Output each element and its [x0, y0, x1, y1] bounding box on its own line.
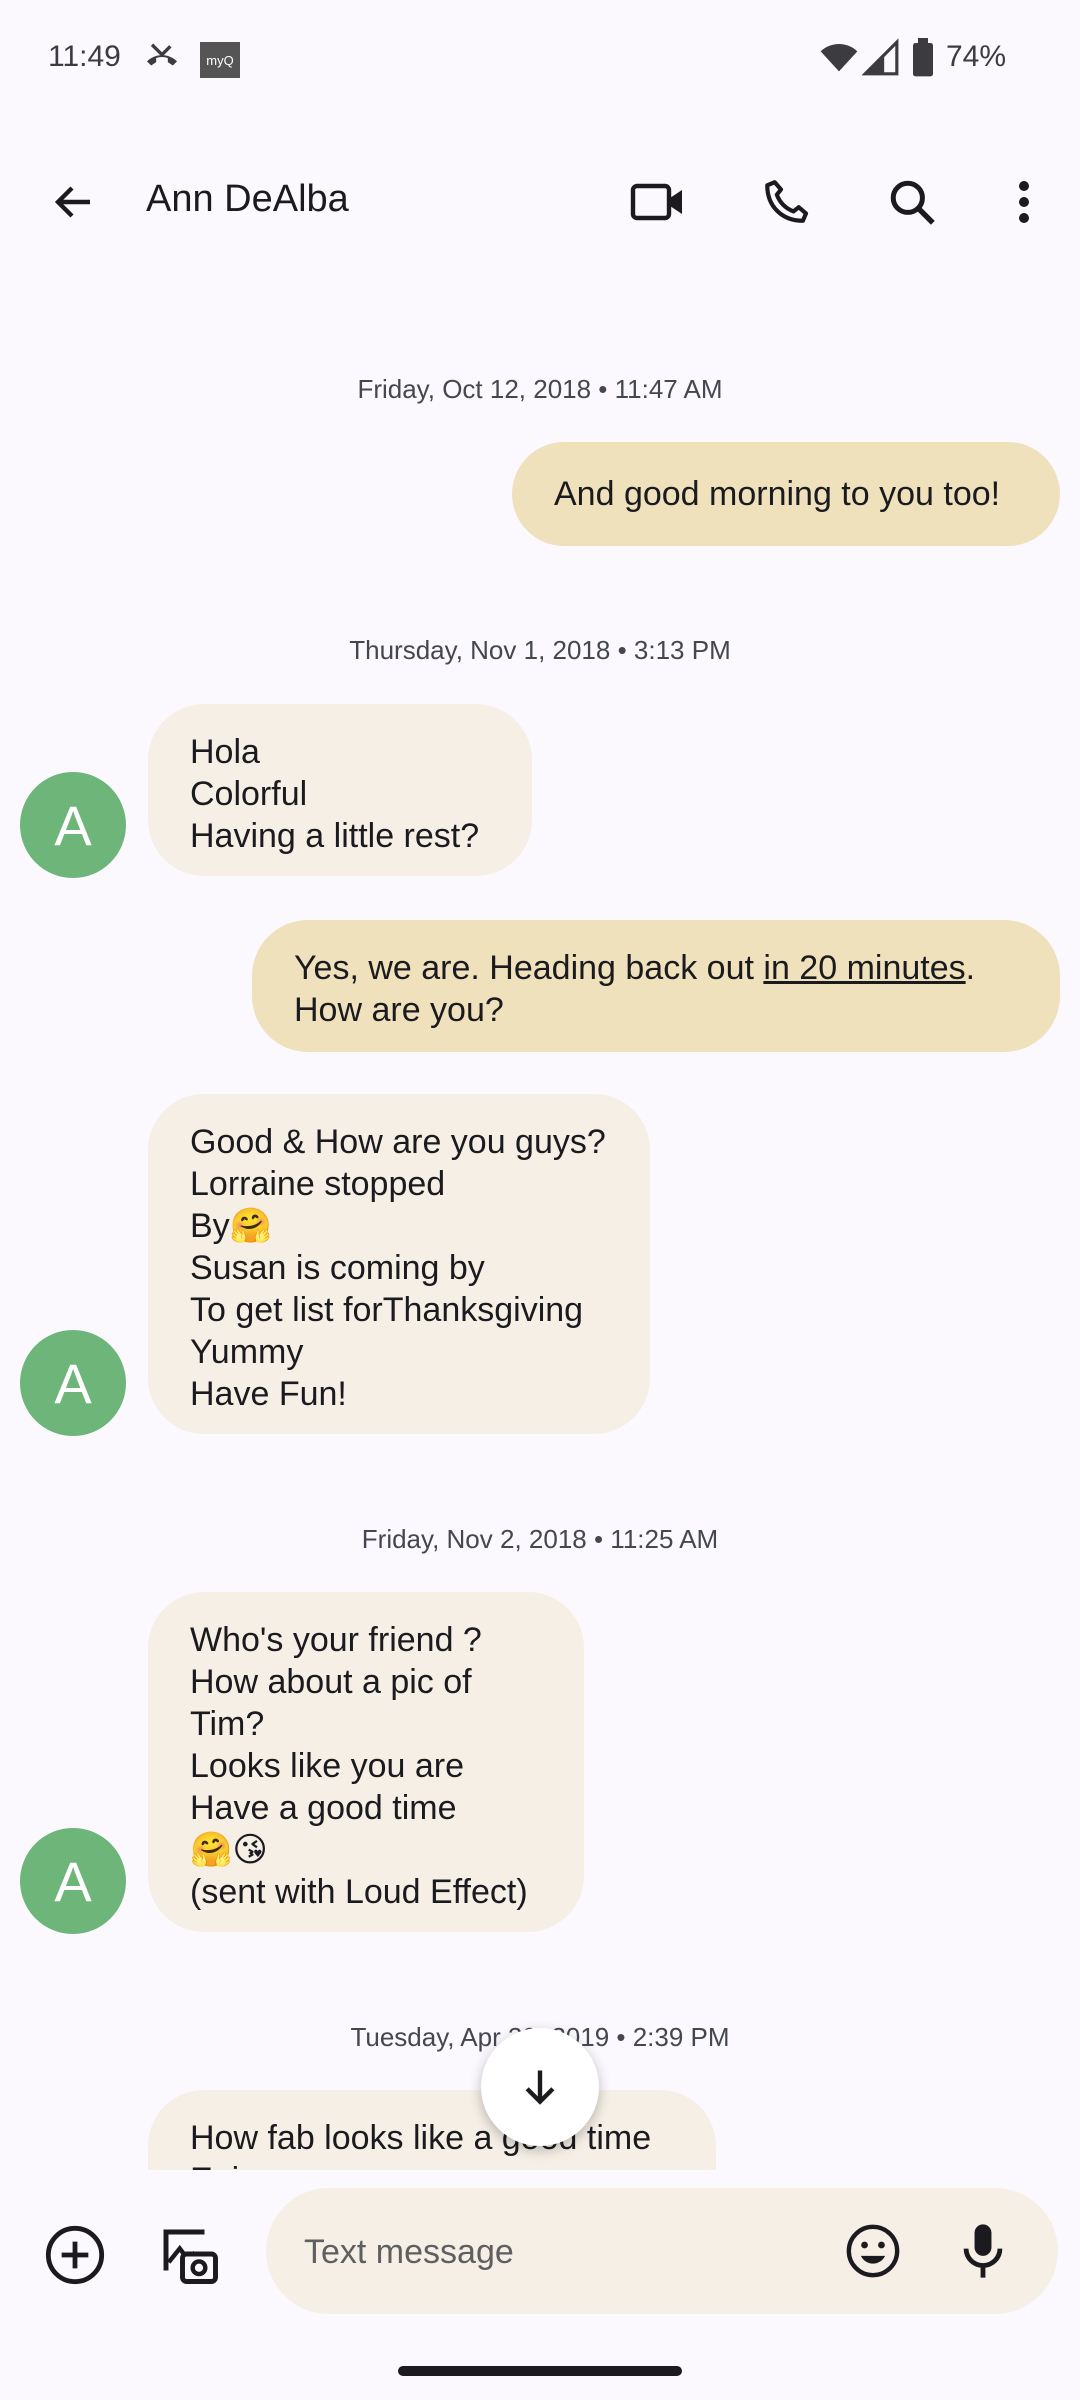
message-bubble-incoming[interactable]: Good & How are you guys? Lorraine stoppe…: [148, 1094, 650, 1434]
search-button[interactable]: [872, 162, 952, 242]
arrow-back-icon: [54, 186, 90, 218]
date-separator: Thursday, Nov 1, 2018 • 3:13 PM: [349, 635, 731, 665]
more-vert-icon: [1019, 181, 1029, 223]
message-composer: [0, 2170, 1080, 2330]
video-camera-icon: [630, 183, 682, 221]
contact-avatar[interactable]: A: [20, 772, 126, 878]
status-time: 11:49: [48, 40, 121, 73]
photo-camera-icon: [163, 2229, 218, 2284]
contact-avatar[interactable]: A: [20, 1828, 126, 1934]
conversation-header: Ann DeAlba: [0, 140, 1080, 264]
contact-name[interactable]: Ann DeAlba: [146, 178, 349, 221]
back-button[interactable]: [34, 162, 114, 242]
message-bubble-outgoing[interactable]: And good morning to you too!: [512, 442, 1060, 546]
video-call-button[interactable]: [618, 162, 698, 242]
emoji-button[interactable]: [838, 2216, 908, 2286]
battery-percent: 74%: [946, 40, 1007, 73]
battery-icon: [910, 38, 936, 83]
voice-input-button[interactable]: [948, 2216, 1018, 2286]
date-separator: Friday, Nov 2, 2018 • 11:25 AM: [361, 1524, 719, 1554]
contact-avatar[interactable]: A: [20, 1330, 126, 1436]
voice-call-button[interactable]: [746, 162, 826, 242]
message-bubble-incoming[interactable]: Hola Colorful Having a little rest?: [148, 704, 532, 876]
gallery-camera-button[interactable]: [152, 2218, 224, 2290]
microphone-icon: [963, 2224, 1003, 2278]
scroll-to-bottom-button[interactable]: [481, 2028, 599, 2146]
emoji-icon: [846, 2224, 900, 2278]
missed-call-icon: [142, 38, 182, 83]
text-message-input[interactable]: [302, 2188, 786, 2316]
search-icon: [890, 180, 935, 225]
text-message-field[interactable]: [266, 2188, 1058, 2316]
more-options-button[interactable]: [984, 162, 1064, 242]
message-bubble-outgoing[interactable]: Yes, we are. Heading back out in 20 minu…: [252, 920, 1060, 1052]
signal-icon: [861, 38, 900, 83]
myq-notification-icon: myQ: [200, 42, 240, 78]
status-bar: 11:49 myQ 74%: [0, 0, 1080, 120]
date-separator: Friday, Oct 12, 2018 • 11:47 AM: [357, 374, 723, 404]
gesture-navigation-handle[interactable]: [398, 2366, 682, 2376]
add-circle-icon: [45, 2225, 105, 2285]
message-bubble-incoming[interactable]: Who's your friend ? How about a pic of T…: [148, 1592, 584, 1932]
time-link[interactable]: in 20 minutes: [763, 949, 965, 987]
arrow-down-icon: [525, 2070, 555, 2105]
phone-icon: [765, 180, 809, 223]
wifi-icon: [818, 38, 860, 83]
add-attachment-button[interactable]: [40, 2220, 110, 2290]
